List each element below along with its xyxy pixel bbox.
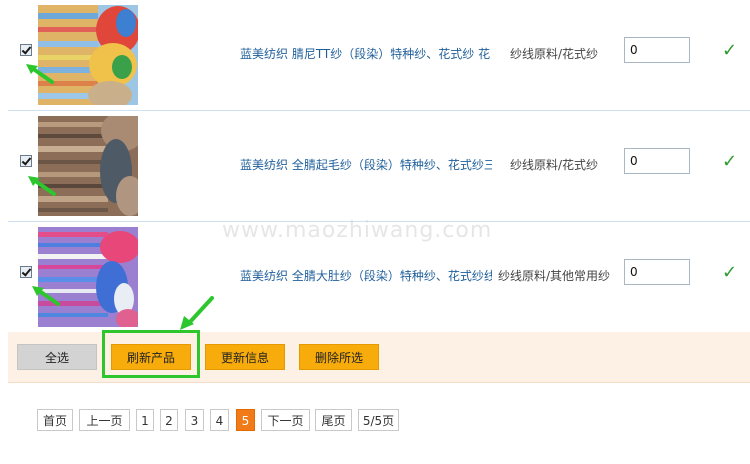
product-checkbox[interactable] — [20, 155, 32, 167]
quantity-input[interactable] — [624, 148, 690, 174]
prev-page-link[interactable]: 上一页 — [79, 409, 130, 431]
product-row: 蓝美纺织 腈尼TT纱（段染）特种纱、花式纱 花 纱线原料/花式纱 ✓ — [8, 0, 750, 111]
product-thumbnail[interactable] — [38, 5, 138, 105]
checkmark-icon: ✓ — [722, 40, 738, 61]
page-link-2[interactable]: 2 — [160, 409, 178, 431]
product-category: 纱线原料/其他常用纱 — [498, 269, 611, 283]
page-link-3[interactable]: 3 — [185, 409, 204, 431]
product-category: 纱线原料/花式纱 — [510, 47, 599, 61]
quantity-input[interactable] — [624, 259, 690, 285]
select-all-button[interactable]: 全选 — [17, 344, 97, 370]
checkmark-icon: ✓ — [722, 262, 738, 283]
product-thumbnail[interactable] — [38, 116, 138, 216]
annotation-arrow-icon — [180, 296, 214, 330]
product-title[interactable]: 蓝美纺织 全腈大肚纱（段染）特种纱、花式纱线 — [240, 267, 492, 284]
page-link-1[interactable]: 1 — [136, 409, 154, 431]
page-link-4[interactable]: 4 — [210, 409, 229, 431]
product-checkbox[interactable] — [20, 44, 32, 56]
product-thumbnail[interactable] — [38, 227, 138, 327]
watermark: www.maozhiwang.com — [222, 218, 493, 243]
current-page[interactable]: 5 — [236, 409, 255, 431]
first-page-link[interactable]: 首页 — [37, 409, 73, 431]
product-title[interactable]: 蓝美纺织 全腈起毛纱（段染）特种纱、花式纱三 — [240, 156, 492, 173]
next-page-link[interactable]: 下一页 — [261, 409, 310, 431]
highlight-box — [102, 330, 200, 378]
page-summary: 5/5页 — [358, 409, 399, 431]
delete-selected-button[interactable]: 删除所选 — [299, 344, 379, 370]
product-checkbox[interactable] — [20, 266, 32, 278]
product-row: 蓝美纺织 全腈起毛纱（段染）特种纱、花式纱三 纱线原料/花式纱 ✓ — [8, 111, 750, 222]
annotation-arrow-icon — [28, 176, 56, 196]
annotation-arrow-icon — [26, 64, 54, 84]
product-category: 纱线原料/花式纱 — [510, 158, 599, 172]
quantity-input[interactable] — [624, 37, 690, 63]
product-title[interactable]: 蓝美纺织 腈尼TT纱（段染）特种纱、花式纱 花 — [240, 45, 492, 62]
checkmark-icon: ✓ — [722, 151, 738, 172]
annotation-arrow-icon — [32, 286, 60, 306]
update-info-button[interactable]: 更新信息 — [205, 344, 285, 370]
last-page-link[interactable]: 尾页 — [315, 409, 352, 431]
